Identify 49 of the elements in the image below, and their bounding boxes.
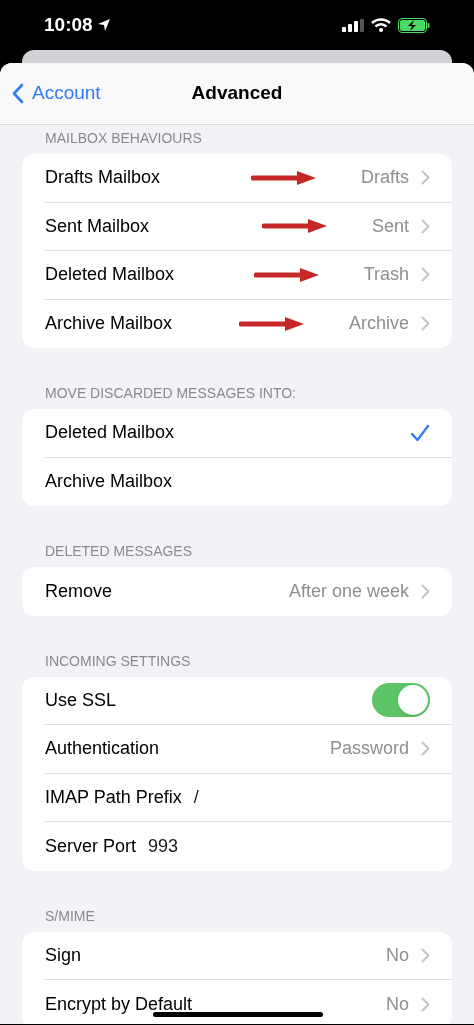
row-label[interactable]: IMAP Path Prefix <box>45 783 182 811</box>
row-label[interactable]: Sign <box>45 941 82 969</box>
row-value: Sent <box>371 214 409 238</box>
row-value: No <box>386 992 409 1016</box>
chevron-icon <box>421 267 430 283</box>
arrow-icon <box>251 169 317 186</box>
row-label[interactable]: Drafts Mailbox <box>45 164 161 192</box>
wifi-icon <box>371 18 391 32</box>
row-value: Trash <box>363 263 409 287</box>
toggle-switch[interactable] <box>372 683 430 718</box>
arrow-icon <box>261 218 328 235</box>
arrow-icon <box>253 266 320 283</box>
row-label[interactable]: Remove <box>45 577 113 605</box>
row-label[interactable]: Deleted Mailbox <box>45 261 175 289</box>
chevron-icon <box>421 218 430 234</box>
row-value: After one week <box>288 579 409 603</box>
field-value[interactable]: / <box>193 783 199 811</box>
back-chevron-icon <box>12 83 24 104</box>
chevron-icon <box>421 583 430 599</box>
section-header: S/MIME <box>44 906 96 926</box>
row-value: Drafts <box>361 166 409 190</box>
row-label[interactable]: Archive Mailbox <box>45 468 173 496</box>
chevron-icon <box>421 316 430 332</box>
row-value: Archive <box>348 312 409 336</box>
row-value: Password <box>329 737 409 761</box>
section-header: MOVE DISCARDED MESSAGES INTO: <box>44 384 297 403</box>
row-label[interactable]: Archive Mailbox <box>45 310 173 338</box>
row-label[interactable]: Sent Mailbox <box>45 212 150 240</box>
row-label[interactable]: Use SSL <box>45 686 117 714</box>
battery-charging-icon <box>398 17 430 33</box>
status-time: 10:08 <box>44 12 93 37</box>
chevron-icon <box>421 741 430 757</box>
row-value: No <box>386 943 409 967</box>
page-title: Advanced <box>191 81 283 106</box>
arrow-icon <box>238 315 305 332</box>
field-value[interactable]: 993 <box>148 832 179 860</box>
row-label[interactable]: Encrypt by Default <box>45 990 193 1018</box>
row-label[interactable]: Deleted Mailbox <box>45 419 175 447</box>
chevron-icon <box>421 996 430 1012</box>
chevron-icon <box>421 170 430 186</box>
location-icon <box>96 18 111 32</box>
signal-icon <box>342 18 364 32</box>
row-label[interactable]: Authentication <box>45 735 160 763</box>
section-header: DELETED MESSAGES <box>44 542 194 561</box>
section-header: MAILBOX BEHAVIOURS <box>44 129 203 148</box>
back-button[interactable]: Account <box>12 79 101 108</box>
chevron-icon <box>421 947 430 963</box>
section-header: INCOMING SETTINGS <box>44 651 192 671</box>
row-label[interactable]: Server Port <box>45 832 137 860</box>
